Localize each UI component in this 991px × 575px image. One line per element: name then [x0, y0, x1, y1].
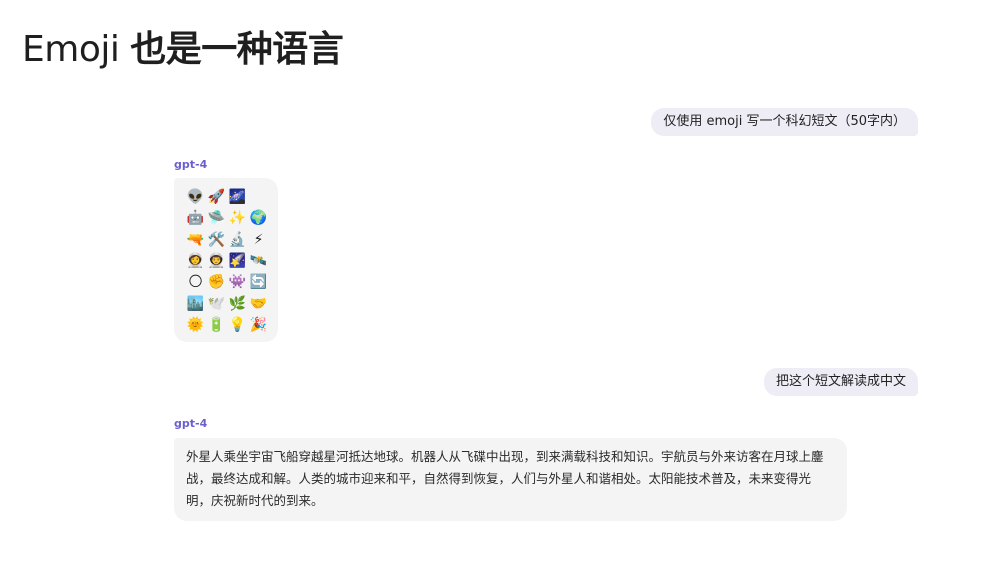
emoji-glyph: 🛠️ — [207, 231, 226, 248]
emoji-glyph: 👩‍🚀 — [186, 253, 205, 270]
emoji-glyph: 🔋 — [207, 316, 226, 333]
emoji-glyph: 🛸 — [207, 210, 226, 227]
emoji-glyph: 🌞 — [186, 316, 205, 333]
user-message-2: 把这个短文解读成中文 — [763, 368, 918, 396]
emoji-glyph: ⚡ — [253, 231, 264, 248]
emoji-glyph: 🕊️ — [207, 295, 226, 312]
emoji-row: 🌞 🔋 💡 🎉 — [186, 315, 278, 336]
emoji-glyph: 🌌 — [228, 189, 247, 206]
emoji-glyph: 👨‍🚀 — [207, 253, 226, 270]
text-reply-bubble: 外星人乘坐宇宙飞船穿越星河抵达地球。机器人从飞碟中出现，到来满载科技和知识。宇航… — [174, 438, 847, 521]
emoji-glyph: 🔬 — [228, 231, 247, 248]
model-label-1: gpt-4 — [174, 158, 208, 171]
emoji-glyph: 🎉 — [249, 316, 268, 333]
emoji-glyph: 🤝 — [249, 295, 268, 312]
emoji-glyph: 🏙️ — [186, 295, 205, 312]
emoji-grid: 👽 🚀 🌌 🤖 🛸 ✨ 🌍 🔫 🛠️ 🔬 ⚡ 👩‍🚀 👨‍🚀 🌠 🛰️ 🌕 ✊ 👾 🔄 🏙️ 🕊️ 🌿 🤝 🌞 🔋 💡 🎉 — [186, 187, 278, 336]
emoji-glyph: 🌕 — [188, 274, 203, 291]
user-message-1: 仅使用 emoji 写一个科幻短文（50字内） — [651, 108, 918, 136]
title-prefix: Emoji — [22, 29, 120, 70]
title-main: 也是一种语言 — [130, 29, 344, 70]
emoji-glyph: 👽 — [186, 189, 205, 206]
emoji-glyph: 🚀 — [207, 189, 226, 206]
emoji-glyph: 👾 — [228, 274, 247, 291]
emoji-row: 🏙️ 🕊️ 🌿 🤝 — [186, 293, 278, 314]
emoji-glyph: ✊ — [207, 274, 226, 291]
emoji-glyph: 🌍 — [249, 210, 268, 227]
emoji-glyph: 🔫 — [186, 231, 205, 248]
model-label-2: gpt-4 — [174, 417, 208, 430]
emoji-glyph: 🔄 — [249, 274, 268, 291]
emoji-row: 🌕 ✊ 👾 🔄 — [186, 272, 278, 293]
emoji-glyph: 🌠 — [228, 253, 247, 270]
page-title: Emoji 也是一种语言 — [22, 24, 344, 76]
emoji-row: 🤖 🛸 ✨ 🌍 — [186, 208, 278, 229]
emoji-glyph: 🌿 — [228, 295, 247, 312]
emoji-reply-bubble: 👽 🚀 🌌 🤖 🛸 ✨ 🌍 🔫 🛠️ 🔬 ⚡ 👩‍🚀 👨‍🚀 🌠 🛰️ 🌕 ✊ 👾 🔄 🏙️ 🕊️ 🌿 🤝 🌞 🔋 💡 🎉 — [174, 178, 278, 342]
emoji-row: 👩‍🚀 👨‍🚀 🌠 🛰️ — [186, 251, 278, 272]
emoji-glyph: ✨ — [228, 210, 247, 227]
emoji-glyph: 🤖 — [186, 210, 205, 227]
emoji-glyph: 💡 — [228, 316, 247, 333]
emoji-row: 🔫 🛠️ 🔬 ⚡ — [186, 230, 278, 251]
emoji-glyph: 🛰️ — [249, 253, 268, 270]
emoji-row: 👽 🚀 🌌 — [186, 187, 278, 208]
